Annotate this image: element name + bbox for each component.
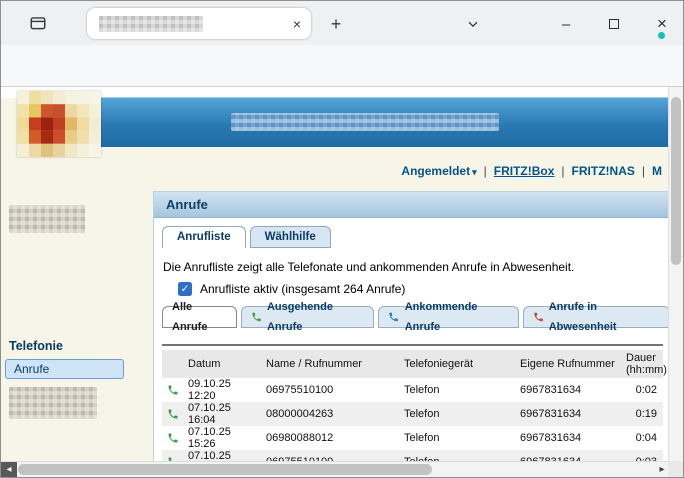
horizontal-scrollbar[interactable]: ◂ ▸	[1, 461, 670, 477]
calls-table: Datum Name / Rufnummer Telefoniegerät Ei…	[162, 350, 663, 463]
separator: |	[484, 164, 487, 178]
outgoing-call-icon	[167, 408, 179, 420]
browser-tab[interactable]: ×	[87, 8, 311, 39]
scrollbar-corner	[668, 461, 683, 477]
missed-call-icon	[533, 311, 544, 323]
fritzbox-page: Angemeldet▾ | FRITZ!Box | FRITZ!NAS | M …	[1, 87, 670, 463]
table-header-row: Datum Name / Rufnummer Telefoniegerät Ei…	[162, 350, 663, 378]
table-top-rule	[162, 344, 663, 346]
col-name: Name / Rufnummer	[262, 350, 400, 378]
col-geraet: Telefoniegerät	[400, 350, 516, 378]
sidebar-section-telefonie: Telefonie	[9, 339, 63, 353]
call-row[interactable]: 07.10.25 15:26 06980088012 Telefon 69678…	[162, 426, 663, 450]
col-dauer: Dauer (hh:mm)	[622, 350, 663, 378]
redacted-sidebar-items	[9, 387, 97, 419]
redacted-banner-title	[231, 113, 499, 131]
redacted-sidebar-item	[9, 205, 85, 233]
panel-title: Anrufe	[154, 192, 670, 218]
call-row[interactable]: 07.10.25 16:04 08000004263 Telefon 69678…	[162, 402, 663, 426]
sidebar-item-anrufe[interactable]: Anrufe	[5, 359, 124, 379]
list-tabs-chevron-icon[interactable]	[463, 14, 483, 34]
outgoing-call-icon	[167, 384, 179, 396]
col-datum: Datum	[184, 350, 262, 378]
filter-tabs: Alle Anrufe Ausgehende Anrufe Ankommende…	[162, 306, 670, 328]
logged-in-menu[interactable]: Angemeldet▾	[401, 164, 476, 178]
col-call-type	[162, 350, 184, 378]
sidebar: Telefonie Anrufe	[1, 191, 153, 463]
link-myfritz-cut[interactable]: M	[652, 164, 662, 178]
checkbox-label: Anrufliste aktiv (insgesamt 264 Anrufe)	[200, 282, 405, 296]
col-eigene: Eigene Rufnummer	[516, 350, 622, 378]
scroll-left-button[interactable]: ◂	[1, 462, 17, 477]
browser-navbar: ← → ↻ http:// 80% ☆	[1, 45, 683, 87]
link-fritzbox[interactable]: FRITZ!Box	[494, 164, 555, 178]
filter-tab-alle[interactable]: Alle Anrufe	[162, 306, 237, 328]
main-panel: Anrufe Anrufliste Wählhilfe Die Anruflis…	[153, 191, 670, 463]
outgoing-call-icon	[167, 432, 179, 444]
redacted-logo	[17, 91, 101, 157]
filter-tab-ankommend[interactable]: Ankommende Anrufe	[378, 306, 518, 328]
main-tabs: Anrufliste Wählhilfe	[162, 226, 331, 248]
call-list-description: Die Anrufliste zeigt alle Telefonate und…	[163, 260, 574, 274]
vertical-scrollbar[interactable]	[668, 87, 683, 463]
filter-tab-ausgehend[interactable]: Ausgehende Anrufe	[241, 306, 375, 328]
vertical-scrollbar-thumb[interactable]	[671, 97, 681, 265]
call-list-active-checkbox[interactable]: ✓	[178, 282, 192, 296]
maximize-button[interactable]	[599, 11, 629, 37]
minimize-button[interactable]: –	[551, 11, 581, 37]
horizontal-scrollbar-thumb[interactable]	[18, 464, 432, 475]
filter-tab-abwesenheit[interactable]: Anrufe in Abwesenheit	[523, 306, 671, 328]
tab-anrufliste[interactable]: Anrufliste	[162, 226, 246, 248]
calls-table-wrap: Datum Name / Rufnummer Telefoniegerät Ei…	[162, 350, 663, 463]
incoming-call-icon	[388, 311, 399, 323]
call-list-active-row: ✓ Anrufliste aktiv (insgesamt 264 Anrufe…	[178, 282, 405, 296]
redacted-tab-title	[99, 16, 203, 32]
browser-tab-strip: × + – ×	[1, 1, 683, 45]
link-fritznas[interactable]: FRITZ!NAS	[572, 164, 635, 178]
separator: |	[642, 164, 645, 178]
separator: |	[561, 164, 564, 178]
caret-down-icon: ▾	[472, 167, 477, 177]
new-tab-button[interactable]: +	[323, 11, 349, 37]
firefox-view-icon[interactable]	[27, 12, 49, 34]
notification-dot	[658, 32, 665, 39]
outgoing-call-icon	[251, 311, 262, 323]
tab-waehlhilfe[interactable]: Wählhilfe	[250, 226, 331, 248]
tab-close-icon[interactable]: ×	[293, 16, 301, 32]
call-row[interactable]: 09.10.25 12:20 06975510100 Telefon 69678…	[162, 378, 663, 402]
session-bar: Angemeldet▾ | FRITZ!Box | FRITZ!NAS | M	[401, 164, 662, 178]
browser-window: × + – × ← → ↻ http:// 80% ☆	[0, 0, 684, 478]
